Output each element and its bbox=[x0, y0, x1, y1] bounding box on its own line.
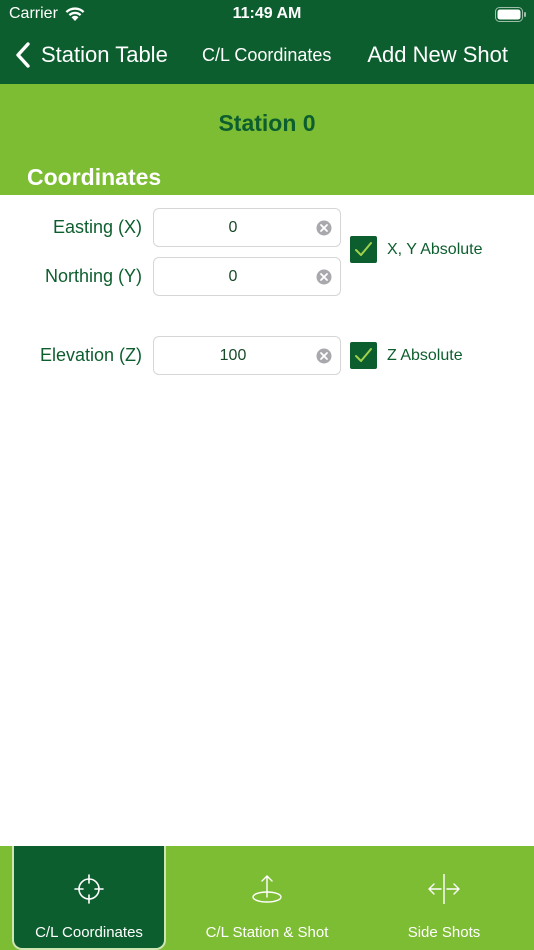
coordinates-section-title: Coordinates bbox=[27, 164, 162, 190]
tab-side-shots[interactable]: Side Shots bbox=[366, 846, 522, 950]
battery-icon bbox=[495, 7, 526, 22]
clear-icon[interactable] bbox=[316, 348, 332, 364]
elevation-input[interactable] bbox=[154, 337, 312, 374]
station-up-arrow-icon bbox=[252, 875, 282, 903]
chevron-left-icon bbox=[16, 42, 30, 68]
xy-absolute-label: X, Y Absolute bbox=[387, 241, 483, 258]
tab-label: Side Shots bbox=[407, 924, 481, 941]
northing-input[interactable] bbox=[154, 258, 312, 295]
checkmark-icon bbox=[355, 348, 372, 362]
tab-cl-station-and-shot[interactable]: C/L Station & Shot bbox=[180, 846, 354, 950]
add-new-shot-button[interactable]: Add New Shot bbox=[367, 42, 508, 68]
split-arrows-icon bbox=[428, 874, 460, 904]
northing-label: Northing (Y) bbox=[44, 266, 142, 286]
easting-input[interactable] bbox=[154, 209, 312, 246]
z-absolute-checkbox[interactable] bbox=[350, 342, 377, 369]
status-bar: Carrier 11:49 AM bbox=[0, 0, 534, 28]
navigation-bar: Station Table C/L Coordinates Add New Sh… bbox=[0, 28, 534, 84]
clear-icon[interactable] bbox=[316, 220, 332, 236]
tab-cl-coordinates[interactable]: C/L Coordinates bbox=[12, 846, 166, 950]
z-absolute-label: Z Absolute bbox=[387, 347, 463, 364]
station-title: Station 0 bbox=[218, 110, 316, 136]
checkmark-icon bbox=[355, 242, 372, 256]
elevation-label: Elevation (Z) bbox=[39, 345, 142, 365]
easting-label: Easting (X) bbox=[52, 217, 142, 237]
easting-field[interactable] bbox=[153, 208, 341, 247]
tab-label: C/L Station & Shot bbox=[205, 924, 329, 941]
nav-title: C/L Coordinates bbox=[202, 45, 332, 65]
back-button[interactable]: Station Table bbox=[14, 40, 168, 70]
elevation-field[interactable] bbox=[153, 336, 341, 375]
clock-label: 11:49 AM bbox=[232, 5, 302, 22]
tab-label: C/L Coordinates bbox=[35, 924, 143, 941]
xy-absolute-checkbox[interactable] bbox=[350, 236, 377, 263]
crosshair-icon bbox=[74, 874, 104, 904]
northing-field[interactable] bbox=[153, 257, 341, 296]
station-header: Station 0 Coordinates bbox=[0, 84, 534, 195]
clear-icon[interactable] bbox=[316, 269, 332, 285]
tab-bar: C/L Coordinates C/L Station & Shot Side … bbox=[0, 846, 534, 950]
back-button-label: Station Table bbox=[41, 42, 168, 67]
